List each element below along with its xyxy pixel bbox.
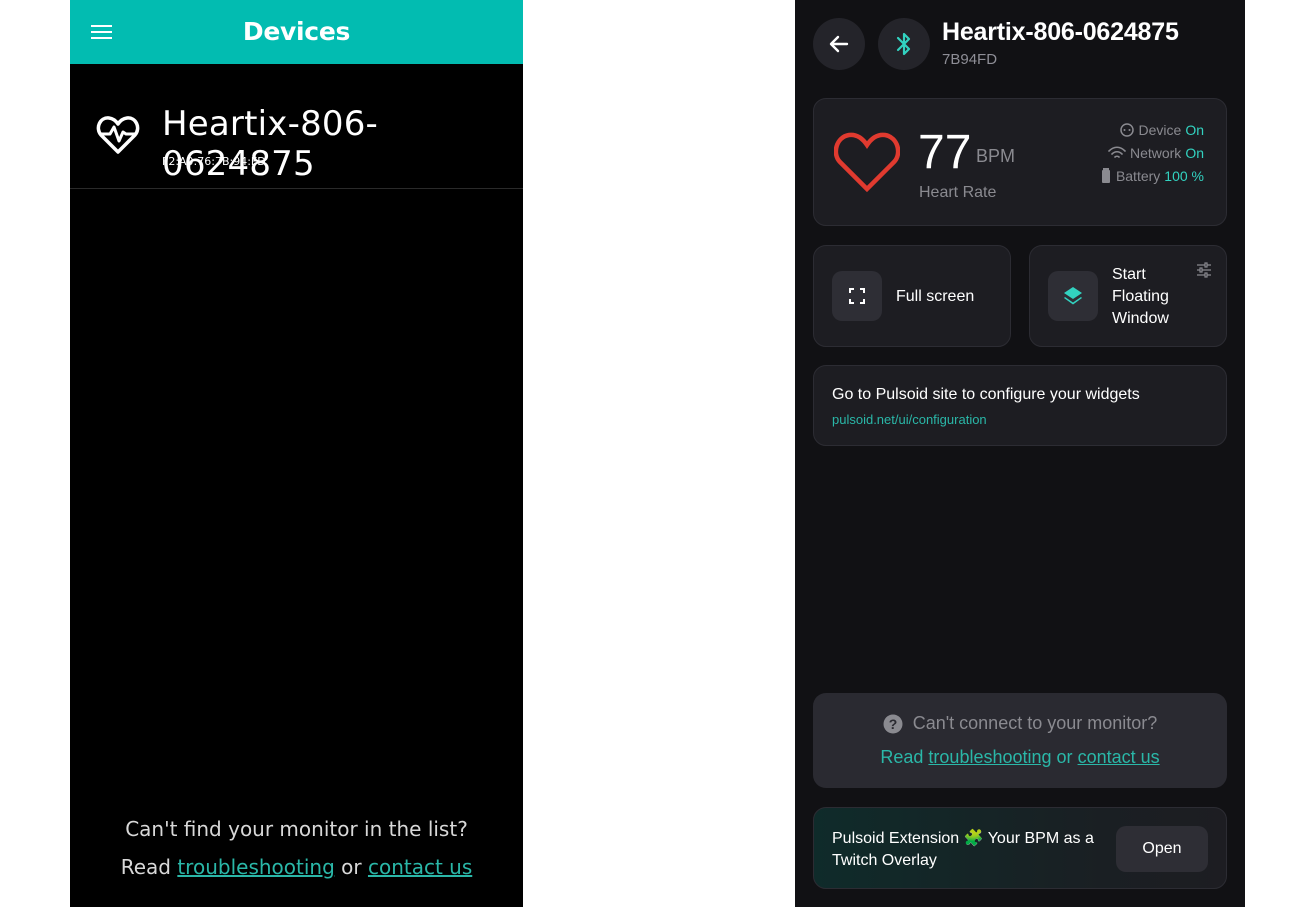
device-title: Heartix-806-0624875 xyxy=(942,18,1179,46)
battery-status-value: 100 % xyxy=(1164,168,1204,184)
layers-icon-box xyxy=(1048,271,1098,321)
wifi-icon xyxy=(1108,146,1126,158)
battery-status-label: Battery xyxy=(1115,168,1161,184)
help-footer: Can't find your monitor in the list? Rea… xyxy=(70,810,523,886)
device-status-label: Device xyxy=(1138,122,1182,138)
device-status: Device On xyxy=(1119,122,1204,138)
help-question-row: ? Can't connect to your monitor? xyxy=(813,713,1227,734)
contact-us-link[interactable]: contact us xyxy=(1078,747,1160,767)
or-label: or xyxy=(341,855,362,879)
bluetooth-status xyxy=(878,18,930,70)
read-label: Read xyxy=(880,747,924,767)
extension-banner: Pulsoid Extension 🧩 Your BPM as a Twitch… xyxy=(813,807,1227,889)
fullscreen-icon xyxy=(849,288,865,304)
battery-icon xyxy=(1101,168,1110,183)
heart-pulse-icon xyxy=(96,116,140,154)
device-icon xyxy=(1119,123,1134,137)
device-status-value: On xyxy=(1185,122,1204,138)
layers-icon xyxy=(1064,287,1082,305)
configure-title: Go to Pulsoid site to configure your wid… xyxy=(832,386,1140,403)
help-question: Can't connect to your monitor? xyxy=(912,713,1158,733)
device-detail-screen: Heartix-806-0624875 7B94FD 77 BPM Heart … xyxy=(795,0,1245,907)
floating-window-label: Start Floating Window xyxy=(1112,266,1169,327)
heart-icon xyxy=(834,132,900,193)
bpm-value: 77 xyxy=(918,126,972,179)
configure-widgets-card[interactable]: Go to Pulsoid site to configure your wid… xyxy=(813,365,1227,446)
battery-status: Battery 100 % xyxy=(1100,168,1204,184)
network-status-value: On xyxy=(1185,145,1204,161)
heart-rate-card: 77 BPM Heart Rate Device On Network On B… xyxy=(813,98,1227,226)
svg-text:?: ? xyxy=(888,716,897,732)
help-card: ? Can't connect to your monitor? Read tr… xyxy=(813,693,1227,788)
troubleshooting-link[interactable]: troubleshooting xyxy=(177,855,334,879)
configure-link[interactable]: pulsoid.net/ui/configuration xyxy=(832,412,987,427)
tune-icon[interactable] xyxy=(1196,262,1212,278)
device-name: Heartix-806-0624875 xyxy=(162,104,379,184)
network-status-label: Network xyxy=(1129,145,1182,161)
question-circle-icon: ? xyxy=(883,714,903,733)
devices-screen: Devices Heartix-806-0624875 F2:A0:76:7B:… xyxy=(70,0,523,907)
fullscreen-icon-box xyxy=(832,271,882,321)
device-list-item[interactable]: Heartix-806-0624875 F2:A0:76:7B:94:FD xyxy=(70,64,523,189)
device-id: 7B94FD xyxy=(942,51,998,68)
help-links: Read troubleshooting or contact us xyxy=(813,747,1227,768)
or-label: or xyxy=(1056,747,1073,767)
troubleshooting-link[interactable]: troubleshooting xyxy=(928,747,1051,767)
fullscreen-label: Full screen xyxy=(896,288,975,305)
page-title: Devices xyxy=(242,17,351,46)
bpm-unit: BPM xyxy=(976,146,1016,166)
arrow-left-icon xyxy=(829,35,849,53)
fullscreen-button[interactable]: Full screen xyxy=(813,245,1011,347)
read-label: Read xyxy=(120,855,171,879)
extension-text: Pulsoid Extension 🧩 Your BPM as a Twitch… xyxy=(832,830,1094,869)
contact-us-link[interactable]: contact us xyxy=(368,855,472,879)
floating-window-button[interactable]: Start Floating Window xyxy=(1029,245,1227,347)
heart-rate-label: Heart Rate xyxy=(919,184,997,201)
help-question: Can't find your monitor in the list? xyxy=(125,817,468,841)
app-bar: Devices xyxy=(70,0,523,64)
device-mac: F2:A0:76:7B:94:FD xyxy=(162,155,266,168)
bluetooth-icon xyxy=(896,32,911,56)
open-button[interactable]: Open xyxy=(1116,826,1208,872)
network-status: Network On xyxy=(1108,145,1204,161)
back-button[interactable] xyxy=(813,18,865,70)
